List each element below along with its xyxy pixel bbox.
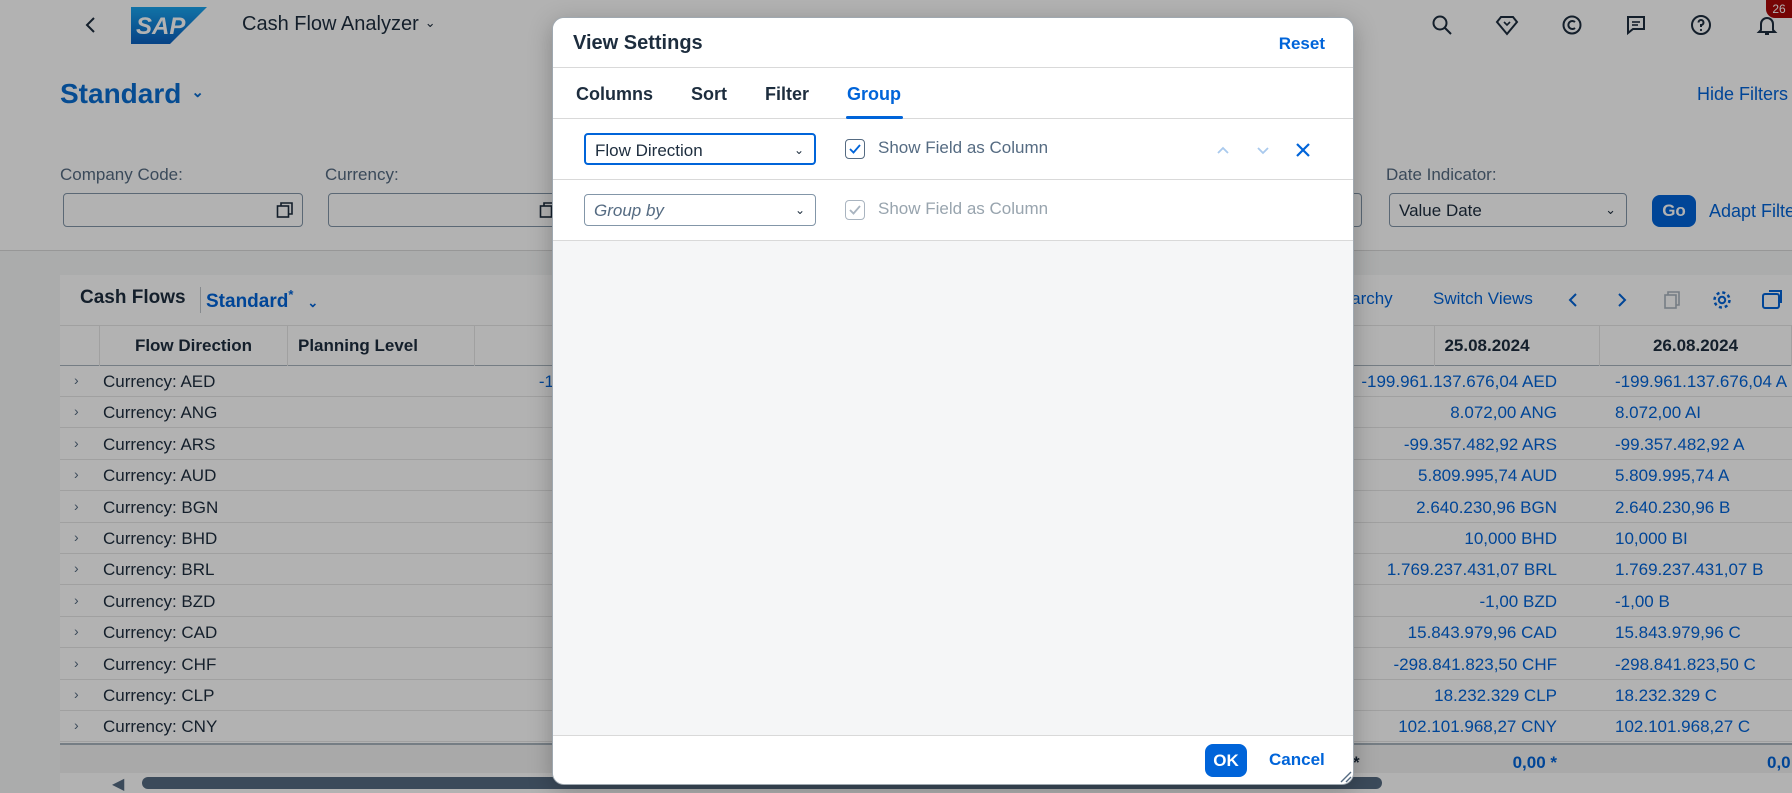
move-down-icon[interactable] [1249,136,1277,164]
group-by-select[interactable]: Group by ⌄ [584,194,816,226]
reset-button[interactable]: Reset [1279,34,1325,54]
chevron-down-icon: ⌄ [794,203,805,217]
tab-columns[interactable]: Columns [576,84,653,105]
dialog-tab-bar: Columns Sort Filter Group [553,68,1353,119]
dialog-footer: OK Cancel [553,735,1353,784]
tab-group[interactable]: Group [847,84,901,105]
group-row: Flow Direction ⌄ Show Field as Column [553,119,1353,180]
group-field-value: Flow Direction [595,141,703,160]
resize-handle-icon[interactable] [1338,769,1352,783]
cancel-button[interactable]: Cancel [1269,750,1325,770]
move-up-icon[interactable] [1209,136,1237,164]
show-field-as-column-label: Show Field as Column [878,138,1049,157]
show-field-as-column-checkbox[interactable] [845,139,865,159]
tab-filter[interactable]: Filter [765,84,809,105]
group-by-placeholder: Group by [594,201,664,220]
show-field-as-column-checkbox-disabled [845,200,865,220]
dialog-title: View Settings [573,32,703,54]
dialog-header: View Settings Reset [553,18,1353,68]
tab-sort[interactable]: Sort [691,84,727,105]
checkmark-icon [849,205,861,215]
group-row: Group by ⌄ Show Field as Column [553,180,1353,241]
view-settings-dialog: View Settings Reset Columns Sort Filter … [552,17,1354,785]
chevron-down-icon: ⌄ [793,143,804,157]
group-field-select[interactable]: Flow Direction ⌄ [584,133,816,165]
ok-button[interactable]: OK [1205,744,1247,777]
checkmark-icon [849,144,861,154]
show-field-as-column-label: Show Field as Column [878,199,1049,218]
remove-icon[interactable] [1289,136,1317,164]
